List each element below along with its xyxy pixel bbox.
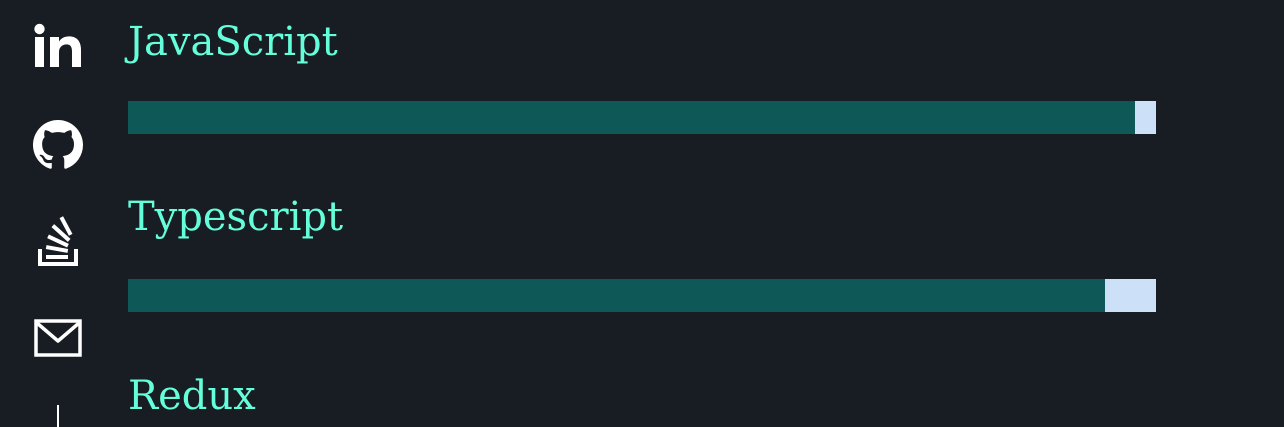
social-divider-line <box>57 405 59 427</box>
stackoverflow-link[interactable] <box>32 215 84 267</box>
skill-name: Redux <box>128 373 256 419</box>
linkedin-icon <box>34 23 81 67</box>
mail-icon <box>34 319 82 357</box>
page: JavaScript Typescript Redux <box>0 0 1284 427</box>
skill-bar <box>128 101 1156 134</box>
skill-bar-fill <box>128 101 1136 134</box>
skill-name: JavaScript <box>128 19 338 65</box>
stackoverflow-icon <box>38 216 78 266</box>
skill-name: Typescript <box>128 194 344 240</box>
linkedin-link[interactable] <box>32 20 84 72</box>
github-icon <box>33 120 83 169</box>
skill-bar-fill <box>128 279 1105 312</box>
email-link[interactable] <box>32 312 84 364</box>
github-link[interactable] <box>32 119 84 171</box>
social-links <box>32 0 84 427</box>
skill-bar <box>128 279 1156 312</box>
